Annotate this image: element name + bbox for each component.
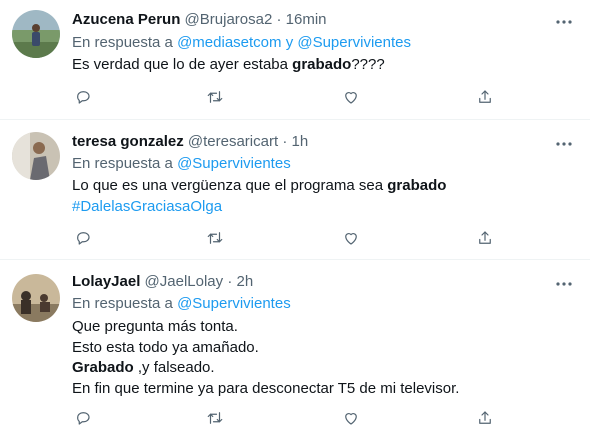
reply-prefix: En respuesta a <box>72 34 173 51</box>
mention-link[interactable]: @Supervivientes <box>297 34 411 51</box>
tweet-text: Que pregunta más tonta. Esto esta todo y… <box>72 317 459 399</box>
reply-button[interactable] <box>72 227 94 249</box>
timestamp[interactable]: 2h <box>237 273 254 290</box>
tweet-line: Grabado ,y falseado. <box>72 359 215 376</box>
more-options-button[interactable] <box>550 130 578 158</box>
user-handle[interactable]: @teresaricart <box>188 133 278 150</box>
mention-link[interactable]: @Supervivientes <box>177 155 291 172</box>
more-horizontal-icon <box>556 142 572 146</box>
retweet-button[interactable] <box>204 227 226 249</box>
tweet-line: Que pregunta más tonta. <box>72 318 238 335</box>
user-name[interactable]: teresa gonzalez <box>72 133 184 150</box>
reply-button[interactable] <box>72 407 94 429</box>
tweet[interactable]: teresa gonzalez @teresaricart · 1h En re… <box>0 120 590 260</box>
reply-icon <box>77 232 90 245</box>
tweet-actions <box>72 407 572 429</box>
avatar[interactable] <box>12 274 60 322</box>
mention-link[interactable]: @mediasetcom <box>177 34 281 51</box>
timestamp[interactable]: 16min <box>286 11 327 28</box>
timestamp[interactable]: 1h <box>291 133 308 150</box>
reply-context: En respuesta a @Supervivientes <box>72 154 291 174</box>
tweet-actions <box>72 227 572 249</box>
user-handle[interactable]: @JaelLolay <box>145 273 224 290</box>
share-icon <box>479 231 491 244</box>
reply-button[interactable] <box>72 86 94 108</box>
retweet-icon <box>207 232 223 244</box>
share-button[interactable] <box>474 407 496 429</box>
reply-context: En respuesta a @Supervivientes <box>72 294 291 314</box>
more-options-button[interactable] <box>550 8 578 36</box>
tweet-actions <box>72 86 572 108</box>
heart-icon <box>345 92 357 104</box>
user-name[interactable]: Azucena Perun <box>72 11 180 28</box>
avatar[interactable] <box>12 10 60 58</box>
separator-dot: · <box>282 133 288 150</box>
more-horizontal-icon <box>556 20 572 24</box>
retweet-button[interactable] <box>204 407 226 429</box>
avatar[interactable] <box>12 132 60 180</box>
reply-prefix: En respuesta a <box>72 155 173 172</box>
share-button[interactable] <box>474 86 496 108</box>
tweet-line: Esto esta todo ya amañado. <box>72 338 259 356</box>
retweet-button[interactable] <box>204 86 226 108</box>
more-horizontal-icon <box>556 282 572 286</box>
tweet-line: Es verdad que lo de ayer estaba grabado?… <box>72 56 385 73</box>
tweet-text: Lo que es una vergüenza que el programa … <box>72 176 446 217</box>
mention-conjunction[interactable]: y <box>286 34 294 51</box>
tweet[interactable]: Azucena Perun @Brujarosa2 · 16min En res… <box>0 0 590 120</box>
user-handle[interactable]: @Brujarosa2 <box>185 11 273 28</box>
hashtag-link[interactable]: #DalelasGraciasaOlga <box>72 197 446 218</box>
share-icon <box>479 90 491 103</box>
reply-icon <box>77 412 90 425</box>
more-options-button[interactable] <box>550 270 578 298</box>
tweet-line: En fin que termine ya para desconectar T… <box>72 379 460 397</box>
retweet-icon <box>207 412 223 424</box>
reply-prefix: En respuesta a <box>72 295 173 312</box>
reply-icon <box>77 91 90 104</box>
separator-dot: · <box>276 11 282 28</box>
separator-dot: · <box>227 273 233 290</box>
tweet-line: Lo que es una vergüenza que el programa … <box>72 177 447 194</box>
mention-link[interactable]: @Supervivientes <box>177 295 291 312</box>
user-name[interactable]: LolayJael <box>72 273 140 290</box>
heart-icon <box>345 413 357 425</box>
tweet-text: Es verdad que lo de ayer estaba grabado?… <box>72 55 385 76</box>
like-button[interactable] <box>340 227 362 249</box>
like-button[interactable] <box>340 86 362 108</box>
share-icon <box>479 411 491 424</box>
heart-icon <box>345 233 357 245</box>
like-button[interactable] <box>340 407 362 429</box>
tweet[interactable]: LolayJael @JaelLolay · 2h En respuesta a… <box>0 260 590 441</box>
reply-context: En respuesta a @mediasetcom y @Supervivi… <box>72 33 411 53</box>
retweet-icon <box>207 91 223 103</box>
share-button[interactable] <box>474 227 496 249</box>
